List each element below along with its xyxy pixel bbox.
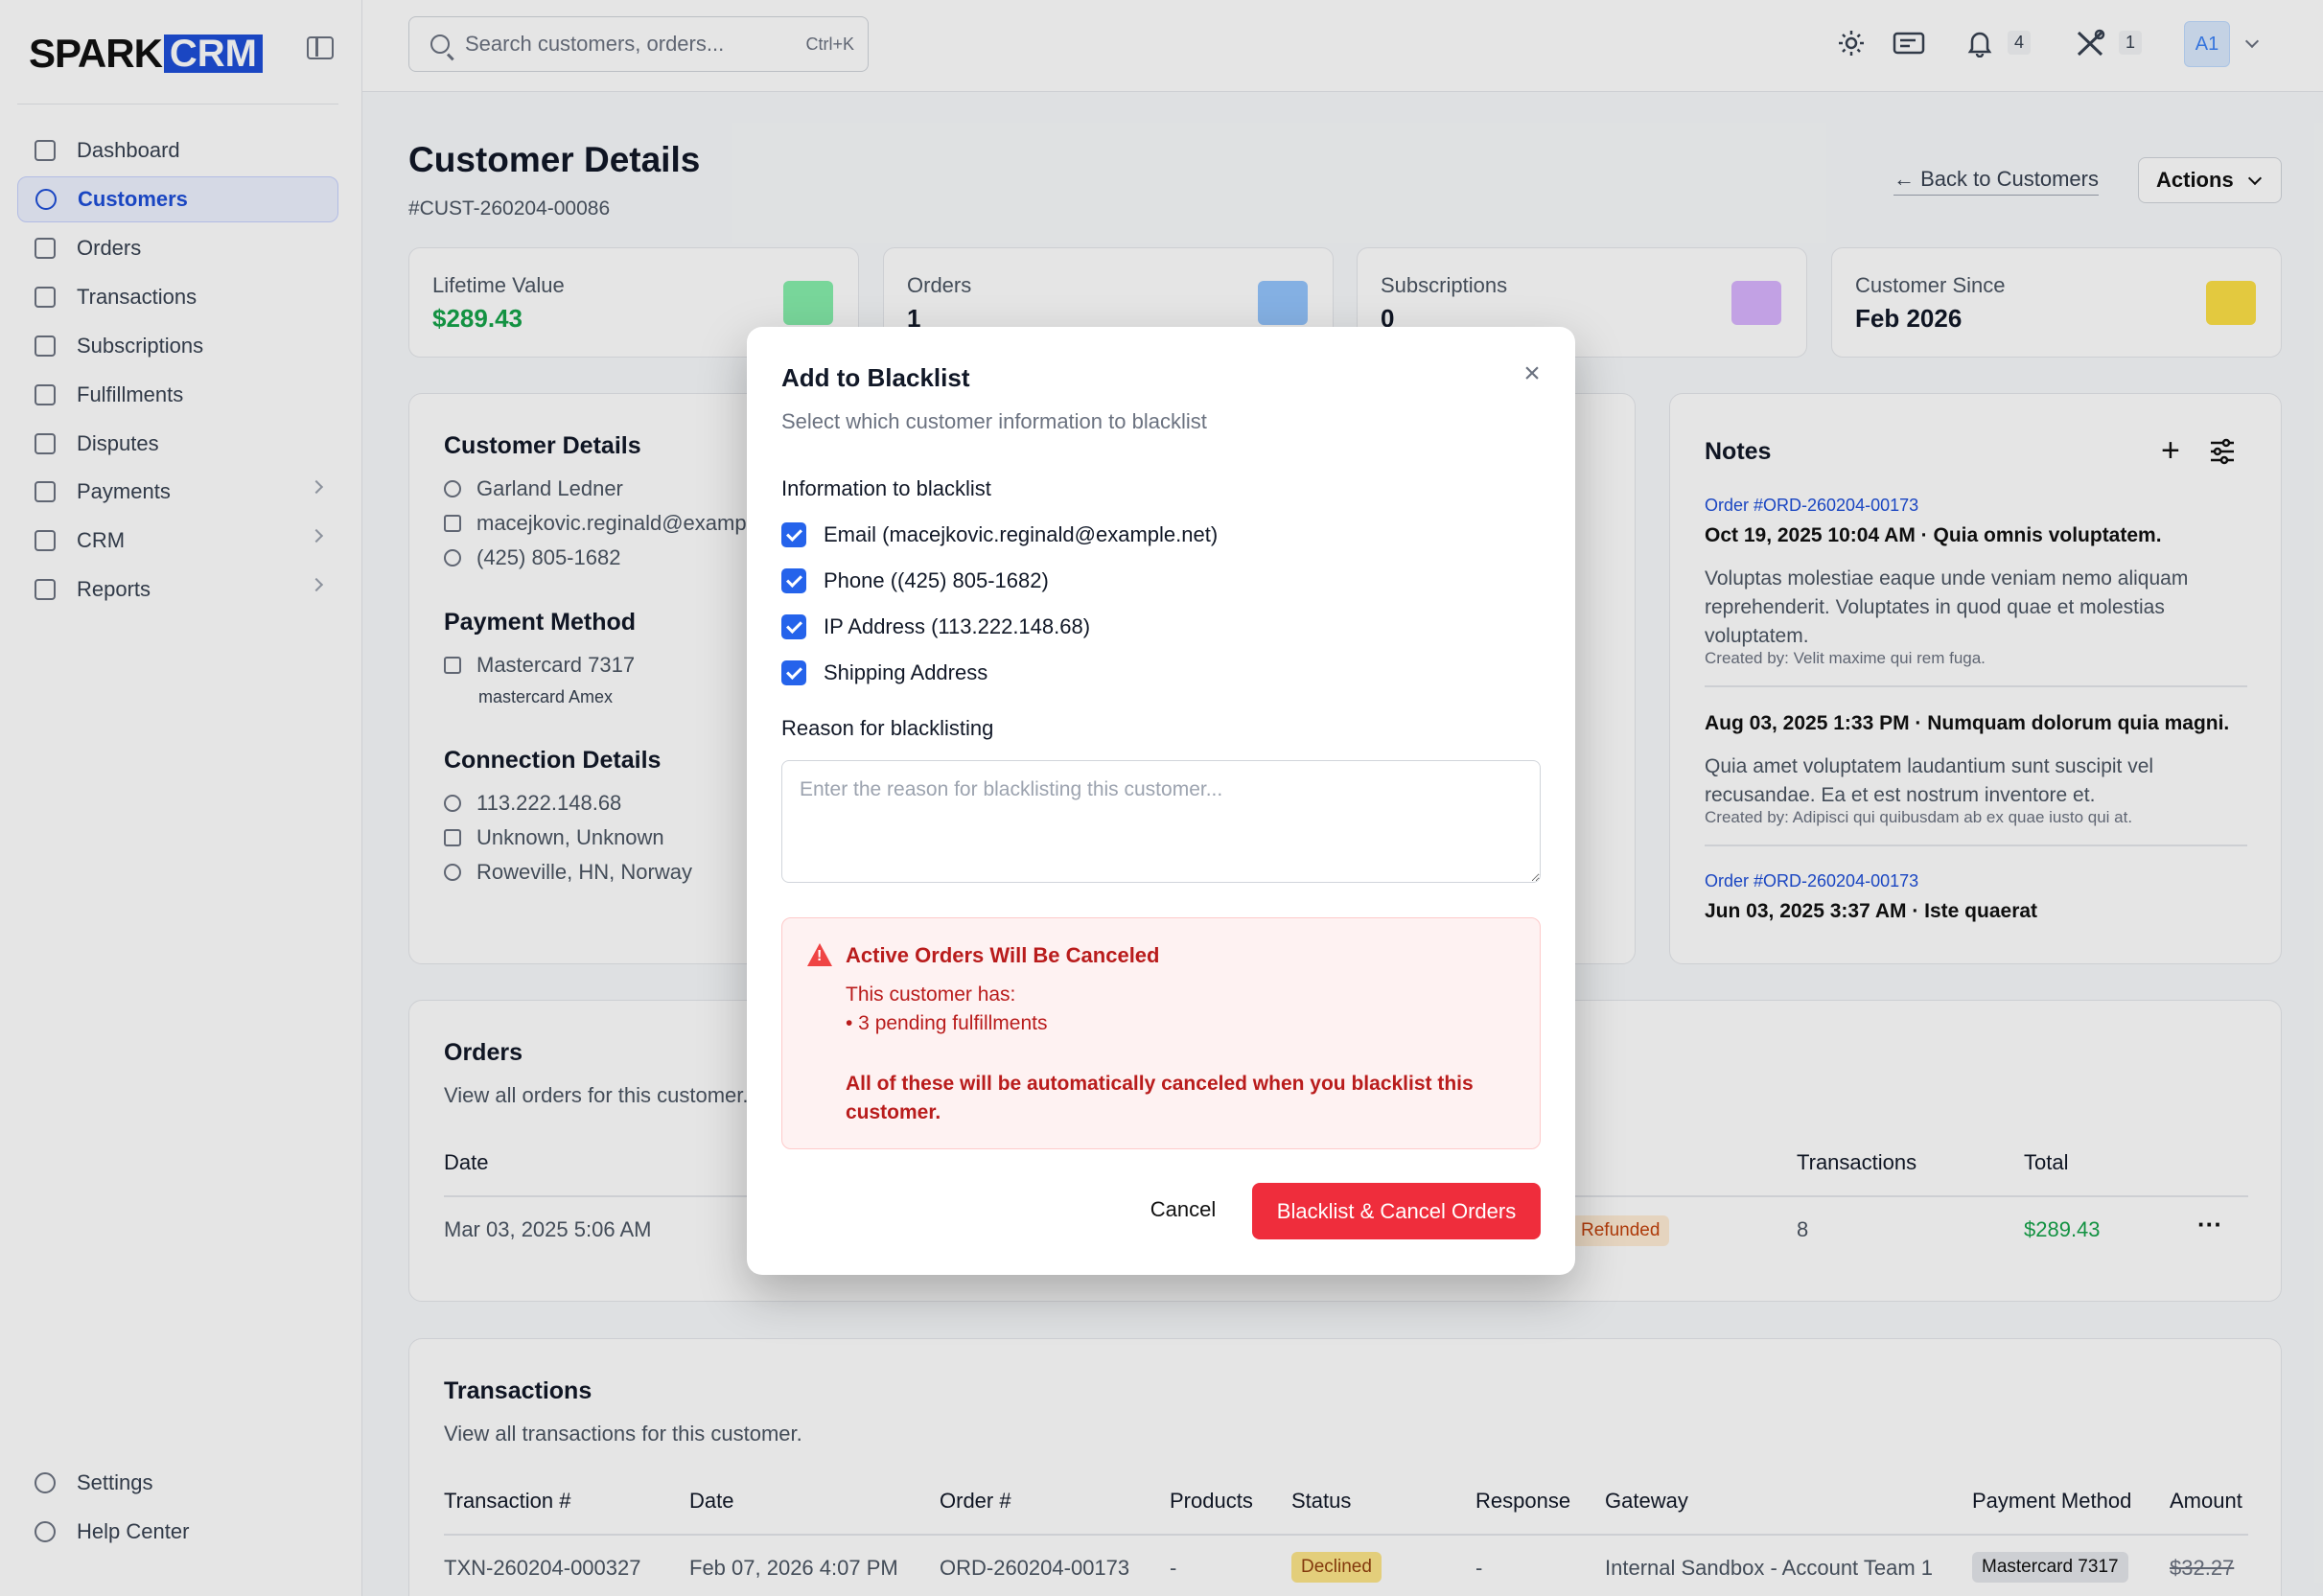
- close-icon[interactable]: ×: [1520, 359, 1545, 388]
- active-orders-alert: Active Orders Will Be Canceled This cust…: [781, 917, 1541, 1149]
- checkbox-label: Email (macejkovic.reginald@example.net): [824, 522, 1219, 546]
- checkbox-label: Phone ((425) 805-1682): [824, 568, 1049, 592]
- blacklist-checkbox-row[interactable]: IP Address (113.222.148.68): [781, 614, 1090, 639]
- alert-warning: All of these will be automatically cance…: [846, 1073, 1474, 1123]
- cancel-button[interactable]: Cancel: [1130, 1182, 1236, 1237]
- alert-item: • 3 pending fulfillments: [846, 1012, 1048, 1034]
- reason-label: Reason for blacklisting: [781, 716, 994, 740]
- blacklist-cancel-orders-button[interactable]: Blacklist & Cancel Orders: [1252, 1183, 1541, 1239]
- modal-subtitle: Select which customer information to bla…: [781, 409, 1207, 433]
- blacklist-checkbox-row[interactable]: Email (macejkovic.reginald@example.net): [781, 522, 1218, 547]
- blacklist-modal: Add to Blacklist Select which customer i…: [747, 327, 1575, 1275]
- modal-title: Add to Blacklist: [781, 363, 970, 392]
- alert-has: This customer has:: [846, 983, 1016, 1006]
- alert-title: Active Orders Will Be Canceled: [846, 943, 1160, 967]
- blacklist-checkbox-row[interactable]: Phone ((425) 805-1682): [781, 568, 1049, 593]
- warning-icon: [807, 943, 832, 966]
- blacklist-checkbox-row[interactable]: Shipping Address: [781, 660, 987, 685]
- checkbox-label: IP Address (113.222.148.68): [824, 614, 1091, 638]
- checkbox-checked[interactable]: [781, 660, 806, 685]
- checkbox-checked[interactable]: [781, 522, 806, 547]
- checkbox-label: Shipping Address: [824, 660, 988, 684]
- checkbox-checked[interactable]: [781, 614, 806, 639]
- reason-textarea[interactable]: [781, 760, 1541, 883]
- info-to-blacklist-label: Information to blacklist: [781, 476, 991, 500]
- checkbox-checked[interactable]: [781, 568, 806, 593]
